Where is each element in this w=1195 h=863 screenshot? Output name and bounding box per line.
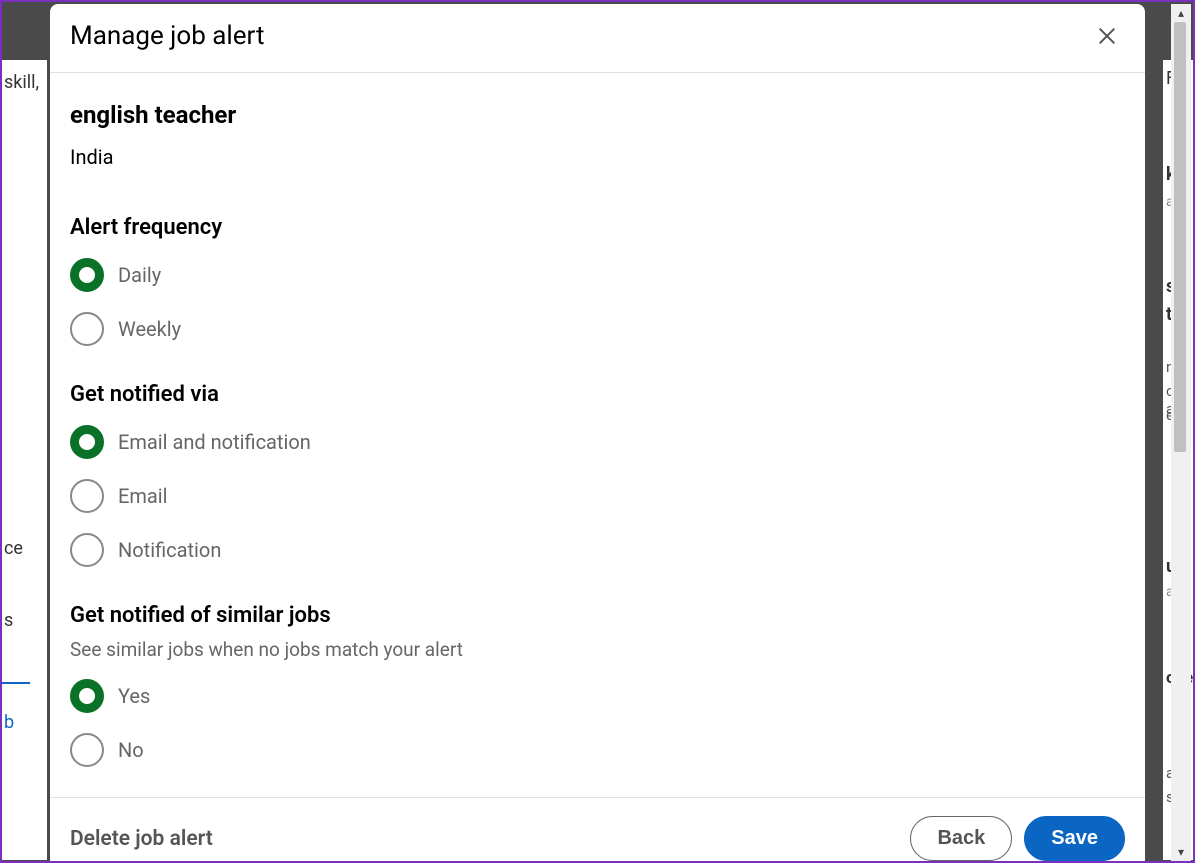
section-similar-jobs: Get notified of similar jobs See similar…	[70, 603, 1125, 767]
radio-email[interactable]: Email	[70, 479, 1125, 513]
footer-actions: Back Save	[910, 816, 1125, 861]
close-button[interactable]	[1089, 18, 1125, 54]
radio-notification[interactable]: Notification	[70, 533, 1125, 567]
radio-email-and-notification[interactable]: Email and notification	[70, 425, 1125, 459]
radio-label: Email and notification	[118, 430, 311, 454]
radio-label: No	[118, 738, 144, 762]
bg-text: ce	[4, 538, 23, 559]
section-sub-similar: See similar jobs when no jobs match your…	[70, 638, 1125, 661]
section-alert-frequency: Alert frequency Daily Weekly	[70, 215, 1125, 346]
bg-text: skill,	[4, 72, 39, 93]
radio-daily[interactable]: Daily	[70, 258, 1125, 292]
radio-similar-yes[interactable]: Yes	[70, 679, 1125, 713]
bg-text: s	[4, 610, 13, 631]
radio-indicator	[70, 679, 104, 713]
radio-label: Yes	[118, 684, 150, 708]
radio-label: Daily	[118, 263, 161, 287]
radio-label: Weekly	[118, 317, 181, 341]
scroll-thumb[interactable]	[1174, 22, 1186, 452]
radio-label: Email	[118, 484, 168, 508]
radio-indicator	[70, 425, 104, 459]
radio-indicator	[70, 312, 104, 346]
radio-weekly[interactable]: Weekly	[70, 312, 1125, 346]
radio-indicator	[70, 733, 104, 767]
alert-location: India	[70, 145, 1125, 169]
scroll-up-icon[interactable]: ▴	[1172, 4, 1190, 22]
radio-indicator	[70, 258, 104, 292]
radio-label: Notification	[118, 538, 221, 562]
manage-job-alert-modal: Manage job alert english teacher India A…	[50, 4, 1145, 861]
close-icon	[1096, 25, 1118, 47]
radio-indicator	[70, 533, 104, 567]
scroll-track[interactable]	[1171, 22, 1191, 843]
modal-header: Manage job alert	[50, 4, 1145, 73]
back-button[interactable]: Back	[910, 816, 1012, 861]
bg-text: b	[4, 712, 14, 733]
section-heading-frequency: Alert frequency	[70, 215, 1125, 240]
scrollbar[interactable]: ▴ ▾	[1171, 4, 1191, 861]
modal-title: Manage job alert	[70, 21, 264, 51]
bg-underline	[2, 682, 30, 684]
scroll-down-icon[interactable]: ▾	[1172, 843, 1190, 861]
bg-left-panel: skill, ce s b	[2, 60, 47, 860]
radio-similar-no[interactable]: No	[70, 733, 1125, 767]
delete-job-alert-link[interactable]: Delete job alert	[70, 827, 213, 851]
viewport: skill, ce s b F k ase s y tur nar ou a e…	[0, 0, 1195, 863]
modal-footer: Delete job alert Back Save	[50, 797, 1145, 861]
section-heading-via: Get notified via	[70, 382, 1125, 407]
alert-job-title: english teacher	[70, 101, 1125, 129]
save-button[interactable]: Save	[1024, 816, 1125, 861]
modal-body: english teacher India Alert frequency Da…	[50, 73, 1145, 797]
radio-indicator	[70, 479, 104, 513]
section-notified-via: Get notified via Email and notification …	[70, 382, 1125, 567]
section-heading-similar: Get notified of similar jobs	[70, 603, 1125, 628]
